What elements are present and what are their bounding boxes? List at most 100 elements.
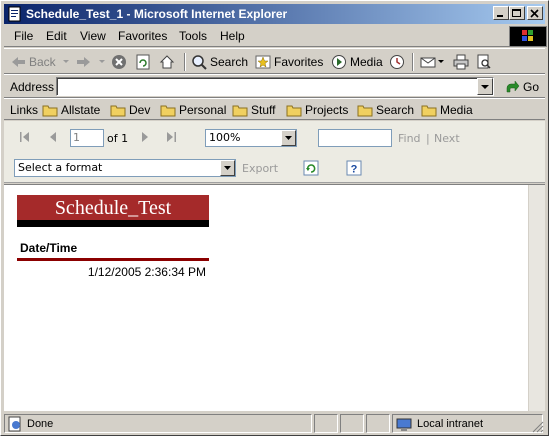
chevron-down-icon	[285, 136, 292, 140]
menu-tools[interactable]: Tools	[179, 29, 207, 43]
folder-icon	[421, 105, 437, 117]
refresh-icon	[136, 54, 150, 70]
print-preview-button[interactable]	[476, 52, 492, 72]
stop-button[interactable]	[111, 52, 127, 72]
header-underline	[17, 258, 209, 261]
next-page-icon[interactable]	[138, 130, 152, 144]
back-arrow-icon	[12, 57, 25, 67]
next-link[interactable]: Next	[434, 132, 460, 145]
status-text-panel: Done	[4, 414, 312, 433]
status-bar: Done Local intranet	[4, 413, 545, 434]
folder-icon	[110, 105, 126, 117]
go-button[interactable]: Go	[504, 78, 539, 96]
folder-icon	[42, 105, 58, 117]
link-search[interactable]: Search	[357, 101, 414, 119]
folder-icon	[232, 105, 248, 117]
status-panel	[340, 414, 364, 433]
menu-help[interactable]: Help	[220, 29, 245, 43]
browser-window: Schedule_Test_1 - Microsoft Internet Exp…	[0, 0, 549, 436]
search-button[interactable]: Search	[191, 52, 248, 72]
report-title: Schedule_Test	[17, 195, 209, 227]
favorites-button[interactable]: Favorites	[255, 52, 323, 72]
intranet-zone-icon	[396, 418, 412, 431]
link-personal[interactable]: Personal	[160, 101, 226, 119]
chevron-down-icon	[224, 166, 231, 170]
first-page-icon[interactable]	[18, 130, 32, 144]
home-button[interactable]	[159, 52, 175, 72]
svg-text:?: ?	[351, 164, 358, 176]
link-projects[interactable]: Projects	[286, 101, 348, 119]
mail-button[interactable]	[420, 52, 445, 72]
last-page-icon[interactable]	[164, 130, 178, 144]
page-number-input[interactable]: 1	[70, 129, 104, 147]
page-count-label: of 1	[107, 132, 129, 145]
printer-icon	[453, 54, 469, 70]
find-next-separator: |	[426, 132, 430, 145]
back-button[interactable]: Back	[10, 52, 70, 72]
link-media[interactable]: Media	[421, 101, 473, 119]
link-allstate[interactable]: Allstate	[42, 101, 100, 119]
chevron-down-icon	[62, 60, 69, 63]
address-dropdown-button[interactable]	[477, 78, 493, 95]
status-panel	[314, 414, 338, 433]
address-input[interactable]	[56, 77, 494, 96]
ie-page-icon	[8, 416, 21, 431]
maximize-button[interactable]	[509, 6, 525, 20]
address-label: Address	[10, 80, 55, 94]
column-header-datetime: Date/Time	[20, 241, 78, 255]
print-button[interactable]	[453, 52, 469, 72]
zoom-dropdown-button[interactable]	[281, 130, 296, 146]
maximize-icon	[512, 9, 521, 17]
history-icon	[390, 55, 404, 69]
datetime-value: 1/12/2005 2:36:34 PM	[87, 265, 206, 279]
go-arrow-icon	[506, 80, 520, 93]
close-button[interactable]	[527, 6, 543, 20]
refresh-report-icon[interactable]	[303, 160, 319, 176]
media-button[interactable]: Media	[331, 52, 383, 72]
previous-page-icon[interactable]	[46, 130, 60, 144]
resize-grip-icon[interactable]	[532, 421, 544, 433]
report-content-area: Schedule_Test Date/Time 1/12/2005 2:36:3…	[4, 184, 545, 411]
menu-file[interactable]: File	[14, 29, 33, 43]
forward-arrow-icon	[77, 57, 90, 67]
report-viewer-toolbar: 1 of 1 100% Find | Next Select a format …	[4, 121, 545, 183]
window-title: Schedule_Test_1 - Microsoft Internet Exp…	[26, 7, 288, 21]
security-zone-panel: Local intranet	[392, 414, 543, 433]
refresh-button[interactable]	[135, 52, 151, 72]
menu-view[interactable]: View	[80, 29, 106, 43]
export-link[interactable]: Export	[242, 162, 278, 175]
search-icon	[192, 55, 207, 70]
chevron-down-icon	[99, 60, 105, 63]
standard-toolbar: Back Search Favorites Media	[4, 48, 545, 74]
forward-button[interactable]	[76, 52, 106, 72]
minimize-button[interactable]	[493, 6, 509, 20]
mail-icon	[420, 57, 436, 68]
toolbar-separator	[184, 53, 186, 71]
status-panel	[366, 414, 390, 433]
close-icon	[530, 9, 539, 18]
windows-logo	[509, 26, 547, 47]
history-button[interactable]	[389, 52, 405, 72]
toolbar-separator	[412, 53, 414, 71]
favorites-star-icon	[255, 55, 271, 69]
find-link[interactable]: Find	[398, 132, 421, 145]
menu-favorites[interactable]: Favorites	[118, 29, 167, 43]
export-format-select[interactable]: Select a format	[14, 159, 236, 177]
format-dropdown-button[interactable]	[220, 160, 235, 176]
find-text-input[interactable]	[318, 129, 392, 147]
link-stuff[interactable]: Stuff	[232, 101, 275, 119]
media-icon	[332, 55, 346, 69]
stop-icon	[112, 55, 126, 69]
chevron-down-icon	[481, 85, 489, 89]
zoom-select[interactable]: 100%	[205, 129, 297, 147]
menu-edit[interactable]: Edit	[46, 29, 67, 43]
folder-icon	[286, 105, 302, 117]
link-dev[interactable]: Dev	[110, 101, 150, 119]
title-bar[interactable]: Schedule_Test_1 - Microsoft Internet Exp…	[4, 4, 545, 24]
ie-page-icon	[8, 6, 21, 22]
menu-bar: File Edit View Favorites Tools Help	[4, 25, 547, 47]
chevron-down-icon	[438, 60, 444, 63]
help-icon[interactable]: ?	[346, 160, 362, 176]
links-bar: Links Allstate Dev Personal Stuff Projec…	[4, 98, 545, 120]
vertical-scrollbar[interactable]	[528, 185, 545, 411]
